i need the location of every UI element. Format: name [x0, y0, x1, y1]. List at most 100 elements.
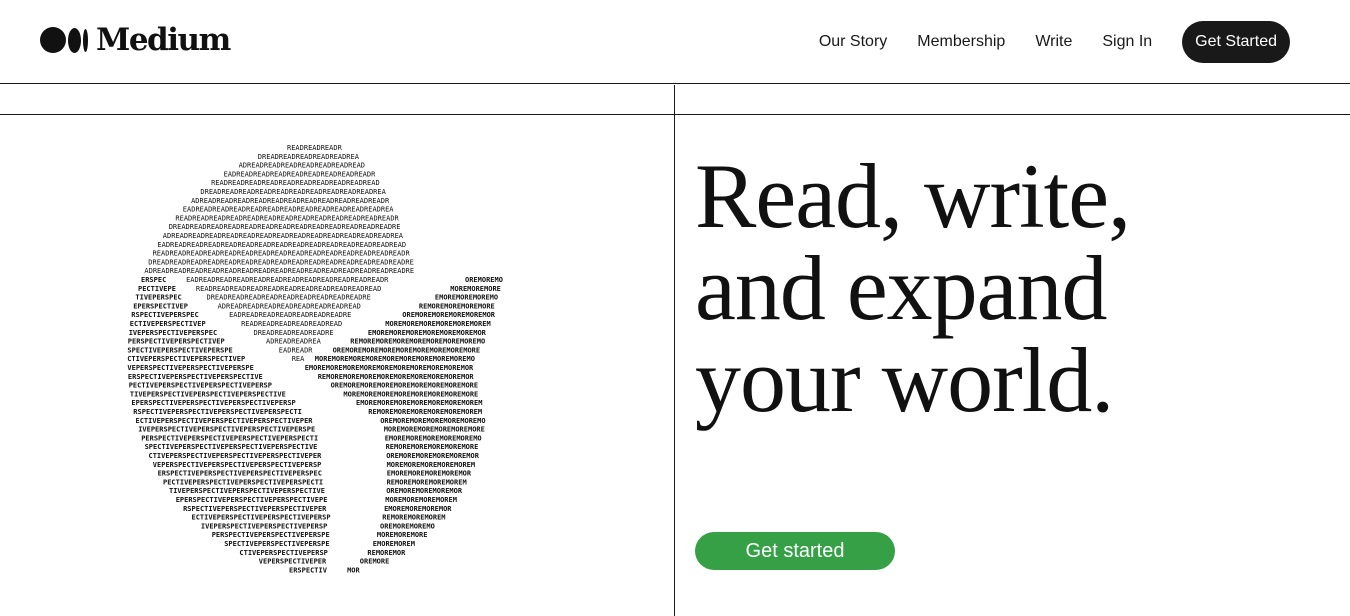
word-art-line: VEPERSPECTIVEPERSPECTIVEPERSPECTIVEPERSP [153, 461, 322, 469]
word-art-line: OREMOREMOREMOREMOREMOREMOREMOREMORE [333, 346, 481, 354]
word-art-line: PERSPECTIVEPERSPECTIVEPERSPECTIVEPERSPEC… [141, 434, 318, 442]
word-art-line: REA [292, 355, 305, 363]
vertical-divider [674, 85, 675, 616]
word-art-line: REMOREMOR [367, 549, 406, 557]
word-art-line: READREADREADREADREADREADREADREADREADREAD… [196, 285, 381, 293]
word-art-line: OREMOREMOREMO [380, 522, 435, 530]
word-art-line: PERSPECTIVEPERSPECTIVEPERSPE [212, 531, 330, 539]
word-art-line: READREADREADREADREADREADREADREADREADREAD… [175, 214, 399, 222]
word-art-line: REMOREMOREMOREM [382, 514, 445, 522]
word-art-line: READREADREADREADREADREADREADREADREADREAD… [153, 250, 411, 258]
word-art-line: PERSPECTIVEPERSPECTIVEP [128, 338, 225, 346]
word-art-line: EADREADREADREADREADREADREADRE [229, 311, 351, 319]
medium-logo[interactable]: Medium [40, 22, 231, 58]
word-art-line: ECTIVEPERSPECTIVEPERSPECTIVEPERSPECTIVEP… [136, 417, 314, 425]
word-art-line: MOREMOREMOREMOREM [385, 496, 457, 504]
word-art-line: TIVEPERSPEC [135, 294, 181, 302]
header-strip [0, 85, 1350, 115]
word-art-line: PECTIVEPERSPECTIVEPERSPECTIVEPERSPECTI [163, 478, 323, 486]
nav-link-sign-in[interactable]: Sign In [1102, 21, 1152, 63]
word-art-line: MOREMOREMOREMOREMOREMORE [384, 426, 485, 434]
word-art-line: DREADREADREADREADREADREADREADREADREADRE [207, 294, 371, 302]
word-art-line: REMOREMOREMOREMOREMOREMOREMOREMO [350, 338, 485, 346]
word-art-line: TIVEPERSPECTIVEPERSPECTIVEPERSPECTIVE [130, 390, 286, 398]
top-navigation-bar: Medium Our Story Membership Write Sign I… [0, 0, 1350, 84]
word-art-line: RSPECTIVEPERSPECTIVEPERSPECTIVEPER [183, 505, 327, 513]
word-art-line: REMOREMOREMOREMORE [419, 302, 495, 310]
word-art-line: MOREMOREMOREMOREMOREMOREMOREMORE [343, 390, 478, 398]
word-art-sphere: READREADREADRDREADREADREADREADREADREAADR… [127, 144, 503, 574]
word-art-line: EPERSPECTIVEP [133, 302, 188, 310]
word-art-line: REMOREMOREMOREMOREMORE [386, 443, 479, 451]
word-art-line: OREMOREMOREMOREMOREMOR [402, 311, 496, 319]
word-art-line: PECTIVEPE [138, 285, 176, 293]
word-art-line: READREADREADREADREADREAD [241, 320, 342, 328]
word-art-line: MOREMOREMOREMOREMOREM [387, 461, 476, 469]
hero-illustration: READREADREADR DREADREADREADREADREADREA ADR… [0, 116, 674, 616]
word-art-line: EADREADREADREADREADREADREADREADREADREADR… [183, 206, 395, 214]
word-art-line: DREADREADREADREADREADREA [258, 153, 360, 161]
word-art-line: EADREADREADREADREADREADREADREADREADREADR… [157, 241, 406, 249]
word-art-line: IVEPERSPECTIVEPERSPEC [129, 329, 218, 337]
word-art-line: CTIVEPERSPECTIVEPERSPECTIVEP [127, 355, 245, 363]
word-art-line: OREMOREMOREMOREMOREMOREMO [380, 417, 485, 425]
word-art-line: CTIVEPERSPECTIVEPERSP [239, 549, 328, 557]
word-art-line: EADREADREADREADREADREADREADREADREADR [224, 170, 377, 178]
word-art-line: READREADREADREADREADREADREADREADREADREAD [211, 179, 380, 187]
word-art-line: EADREADR [279, 346, 314, 354]
word-art-line: ECTIVEPERSPECTIVEPERSPECTIVEPERSP [192, 514, 331, 522]
word-art-line: MOREMOREMOREMOREMOREMOREMOREMOREMOREMO [315, 355, 475, 363]
word-art-line: REMOREMOREMOREMOREMOREMOREMOREMOREMOR [318, 373, 475, 381]
word-art-line: ADREADREADREADREADREADREADREADREAD [218, 302, 361, 310]
word-art-line: EMOREMOREM [373, 540, 415, 548]
word-art-line: OREMOREMOREMOREMOREMOREMOREMOREMORE [331, 382, 479, 390]
word-art-line: EMOREMOREMOREMOREMOREMOREMOREMOREMOREMOR [305, 364, 474, 372]
word-art-line: OREMOREMOREMOREMOR [386, 487, 463, 495]
word-art-line: RSPECTIVEPERSPEC [131, 311, 198, 319]
word-art-line: ERSPECTIVEPERSPECTIVEPERSPECTIVEPERSPEC [158, 470, 322, 478]
medium-wordmark: Medium [96, 22, 231, 58]
hero-headline-line-3: your world. [695, 329, 1114, 431]
word-art-line: ERSPEC [141, 276, 166, 284]
word-art-line: IVEPERSPECTIVEPERSPECTIVEPERSP [201, 522, 327, 530]
word-art-line: OREMOREMO [465, 276, 503, 284]
word-art-line: EMOREMOREMOREMOR [384, 505, 452, 513]
word-art-line: SPECTIVEPERSPECTIVEPERSPE [127, 346, 232, 354]
word-art-line: ECTIVEPERSPECTIVEP [130, 320, 206, 328]
word-art-line: VEPERSPECTIVEPERSPECTIVEPERSPE [127, 364, 253, 372]
word-art-line: OREMOREMOREMOREMOREMOR [386, 452, 480, 460]
word-art-line: DREADREADREADREADREADREADREADREADREADREA… [200, 188, 386, 196]
word-art-line: ERSPECTIV [289, 566, 328, 574]
word-art-line: SPECTIVEPERSPECTIVEPERSPE [224, 540, 329, 548]
get-started-hero-button[interactable]: Get started [695, 532, 895, 570]
word-art-line: CTIVEPERSPECTIVEPERSPECTIVEPERSPECTIVEPE… [149, 452, 323, 460]
word-art-line: DREADREADREADREADRE [254, 329, 334, 337]
nav-link-membership[interactable]: Membership [917, 21, 1005, 63]
word-art-line: EMOREMOREMOREMOREMOREMOREMOR [368, 329, 487, 337]
word-art-line: EMOREMOREMOREMOREMOREMO [385, 434, 482, 442]
hero-section: Read, write, and expand your world. [695, 150, 1131, 431]
word-art-line: EMOREMOREMOREMOREMOR [387, 470, 472, 478]
word-art-line: RSPECTIVEPERSPECTIVEPERSPECTIVEPERSPECTI [133, 408, 302, 416]
medium-logo-mark-icon [40, 27, 88, 53]
word-art-line: MOR [347, 566, 360, 574]
word-art-line: ADREADREADREADREADREADREADREADREADREADRE… [191, 197, 390, 205]
nav-link-our-story[interactable]: Our Story [819, 21, 887, 63]
word-art-line: ADREADREADREA [266, 338, 322, 346]
word-art-line: MOREMOREMORE [450, 285, 501, 293]
word-art-line: ERSPECTIVEPERSPECTIVEPERSPECTIVE [128, 373, 263, 381]
word-art-line: READREADREADR [287, 144, 343, 152]
word-art-line: ADREADREADREADREADREADREADREADREADREADRE… [163, 232, 404, 240]
word-art-line: OREMORE [360, 558, 390, 566]
nav-link-write[interactable]: Write [1035, 21, 1072, 63]
word-art-line: MOREMOREMOREMOREMOREMOREM [385, 320, 490, 328]
word-art-line: REMOREMOREMOREMOREMOREMOREM [368, 408, 482, 416]
word-art-line: ADREADREADREADREADREADREADREADREADREADRE… [144, 267, 414, 275]
word-art-line: VEPERSPECTIVEPER [259, 558, 327, 566]
word-art-line: EPERSPECTIVEPERSPECTIVEPERSPECTIVEPE [176, 496, 328, 504]
hero-headline: Read, write, and expand your world. [695, 150, 1131, 431]
get-started-nav-button[interactable]: Get Started [1182, 21, 1290, 63]
word-art-line: ADREADREADREADREADREADREADREAD [239, 162, 365, 170]
word-art-line: EMOREMOREMOREMO [435, 294, 498, 302]
word-art-line: SPECTIVEPERSPECTIVEPERSPECTIVEPERSPECTIV… [145, 443, 318, 451]
